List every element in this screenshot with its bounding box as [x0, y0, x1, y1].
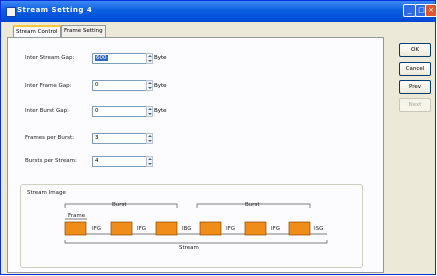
- frame-block-2: [110, 221, 133, 236]
- burst-label-1: Burst: [112, 202, 127, 208]
- frame-block-6: [288, 221, 311, 236]
- ifg-label-4: IFG: [271, 226, 280, 232]
- cancel-button[interactable]: Cancel: [399, 62, 431, 76]
- next-button[interactable]: Next: [399, 98, 431, 112]
- frame-block-5: [244, 221, 267, 236]
- ifg-label-1: IFG: [92, 226, 101, 232]
- isg-label: ISG: [314, 226, 323, 232]
- ibg-label: IBG: [182, 226, 192, 232]
- stream-bracket: [64, 240, 328, 244]
- frame-block-4: [199, 221, 222, 236]
- ifg-label-2: IFG: [137, 226, 146, 232]
- stream-diagram: Burst Burst Frame IFG IFG IBG IFG IFG IS…: [64, 202, 328, 251]
- prev-button[interactable]: Prev: [399, 80, 431, 94]
- frame-block-3: [155, 221, 178, 236]
- ok-button[interactable]: OK: [399, 43, 431, 57]
- frame-block-1: [64, 221, 87, 236]
- burst-label-2: Burst: [245, 202, 260, 208]
- ifg-label-3: IFG: [226, 226, 235, 232]
- frame-label: Frame: [68, 213, 86, 219]
- stream-setting-dialog: Stream Setting 4 _ □ × Stream Control Fr…: [0, 0, 437, 275]
- stream-label: Stream: [179, 245, 199, 251]
